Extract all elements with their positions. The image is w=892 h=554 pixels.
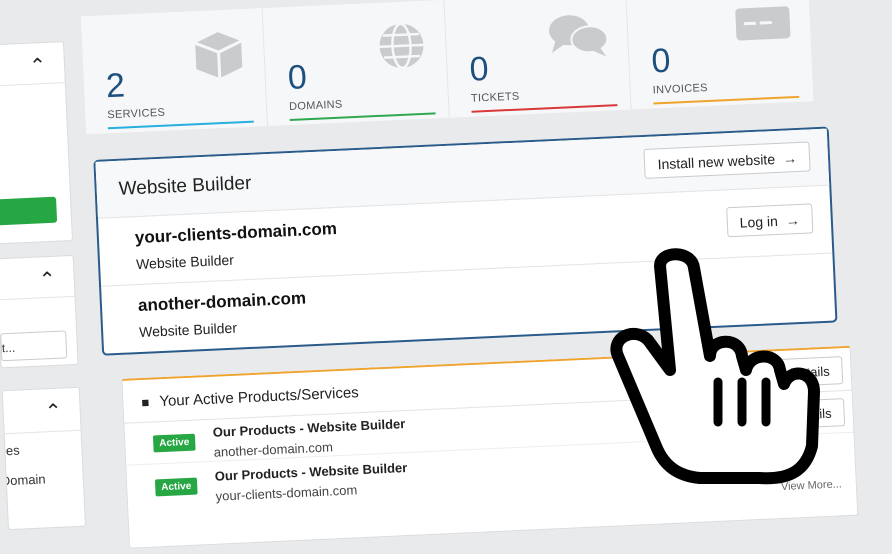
chevron-up-icon[interactable]: ⌃ [29, 53, 47, 79]
pointing-hand-cursor-icon [610, 248, 820, 485]
button-label: Install new website [657, 151, 776, 173]
sidebar-green-button[interactable] [0, 196, 58, 226]
stat-services[interactable]: 2 SERVICES [80, 8, 268, 135]
cube-icon [194, 32, 243, 79]
cube-icon: ■ [141, 394, 150, 410]
arrow-right-icon: → [785, 211, 801, 229]
panel-title: Your Active Products/Services [159, 384, 360, 411]
website-domain: another-domain.com [137, 288, 307, 316]
status-badge: Active [154, 477, 198, 497]
stat-label: TICKETS [470, 90, 520, 105]
globe-icon [379, 22, 424, 70]
website-type: Website Builder [135, 251, 235, 273]
stat-tickets[interactable]: 0 TICKETS [444, 0, 632, 118]
sidebar-panel-top: ⌃ [0, 41, 74, 245]
divider [0, 295, 75, 301]
chevron-up-icon[interactable]: ⌃ [44, 399, 62, 425]
stat-invoices[interactable]: 0 INVOICES [626, 0, 814, 110]
sidebar-item-services[interactable]: ces [5, 440, 82, 459]
stat-underline [653, 95, 800, 105]
stat-underline [289, 112, 436, 121]
product-domain: your-clients-domain.com [215, 482, 358, 504]
chevron-up-icon[interactable]: ⌃ [38, 267, 57, 293]
status-badge: Active [152, 433, 196, 453]
stat-label: INVOICES [652, 81, 708, 97]
comments-icon [548, 15, 609, 57]
credit-card-icon [735, 6, 791, 41]
stat-count: 0 [468, 49, 490, 89]
stat-label: DOMAINS [288, 98, 343, 113]
button-label: Log in [739, 212, 779, 231]
divider [4, 429, 81, 435]
divider [0, 82, 65, 87]
stat-label: SERVICES [107, 106, 166, 122]
arrow-right-icon: → [782, 150, 798, 167]
product-name: Our Products - Website Builder [212, 416, 406, 440]
stat-count: 0 [286, 58, 308, 98]
product-domain: another-domain.com [213, 439, 334, 460]
website-domain: your-clients-domain.com [134, 218, 338, 248]
login-button[interactable]: Log in → [725, 203, 814, 238]
sidebar-search-input[interactable]: ct... [0, 330, 68, 362]
sidebar-item-domains[interactable]: Domain [6, 470, 83, 488]
sidebar-panel-links: ⌃ ces Domain [1, 386, 86, 531]
install-new-website-button[interactable]: Install new website → [643, 141, 811, 179]
website-type: Website Builder [138, 319, 238, 341]
product-name: Our Products - Website Builder [214, 460, 408, 484]
panel-title: Website Builder [118, 172, 252, 200]
stat-domains[interactable]: 0 DOMAINS [262, 0, 450, 126]
stat-count: 2 [105, 66, 126, 106]
stat-underline [107, 120, 254, 130]
stat-underline [471, 104, 618, 113]
stat-count: 0 [650, 41, 672, 81]
sidebar-panel-search: ⌃ ct... [0, 254, 79, 369]
